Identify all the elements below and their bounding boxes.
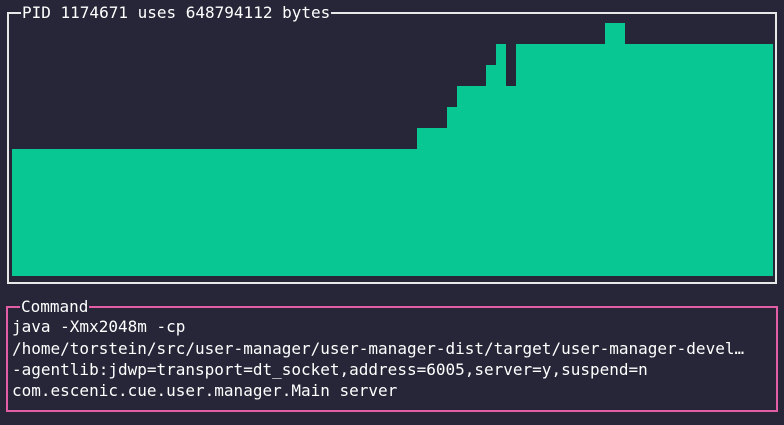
memory-bar [200, 149, 210, 276]
memory-bar [496, 44, 506, 276]
memory-bar [556, 44, 565, 276]
memory-bar [407, 149, 417, 276]
memory-bar [753, 44, 763, 276]
memory-bar [229, 149, 239, 276]
memory-bar [52, 149, 61, 276]
memory-bar [388, 149, 397, 276]
memory-bar [259, 149, 269, 276]
memory-bar [368, 149, 378, 276]
memory-bar [536, 44, 546, 276]
memory-bar [12, 149, 22, 276]
memory-bar [417, 128, 427, 276]
memory-bar [664, 44, 674, 276]
memory-bar [635, 44, 645, 276]
memory-bar [724, 44, 733, 276]
memory-bar [71, 149, 81, 276]
memory-bar [279, 149, 289, 276]
memory-bar [140, 149, 150, 276]
command-line-1: java -Xmx2048m -cp [12, 317, 186, 336]
memory-bar [506, 86, 516, 276]
memory-bar [645, 44, 654, 276]
memory-bar [694, 44, 704, 276]
command-line-3: -agentlib:jdwp=transport=dt_socket,addre… [12, 360, 648, 379]
memory-bar [477, 86, 486, 276]
memory-bar [348, 149, 358, 276]
memory-bar [427, 128, 437, 276]
memory-bar [210, 149, 220, 276]
memory-bar [486, 65, 496, 276]
memory-bar [160, 149, 170, 276]
memory-bar [32, 149, 42, 276]
memory-bar [397, 149, 407, 276]
memory-bar [585, 44, 595, 276]
memory-usage-chart [12, 23, 773, 276]
command-line-2: /home/torstein/src/user-manager/user-man… [12, 339, 745, 358]
memory-bar [378, 149, 388, 276]
memory-bar [358, 149, 368, 276]
memory-bar [467, 86, 477, 276]
memory-bar [684, 44, 694, 276]
memory-bar [565, 44, 575, 276]
memory-bar [437, 128, 447, 276]
memory-bar [526, 44, 536, 276]
memory-bar [150, 149, 160, 276]
memory-bar [121, 149, 131, 276]
memory-bar [308, 149, 318, 276]
memory-bar [575, 44, 585, 276]
memory-bar [249, 149, 259, 276]
memory-bar [704, 44, 714, 276]
memory-bar [180, 149, 190, 276]
memory-bar [299, 149, 308, 276]
memory-bar [170, 149, 180, 276]
memory-bar [81, 149, 91, 276]
memory-bar [61, 149, 71, 276]
memory-bar [743, 44, 753, 276]
memory-bar [91, 149, 101, 276]
memory-bar [220, 149, 229, 276]
memory-bar [546, 44, 556, 276]
command-line-4: com.escenic.cue.user.manager.Main server [12, 381, 398, 400]
memory-bar [595, 44, 605, 276]
memory-bar [190, 149, 200, 276]
memory-bar [674, 44, 684, 276]
memory-graph-panel: PID 1174671 uses 648794112 bytes [7, 3, 777, 284]
memory-bar [318, 149, 328, 276]
memory-bar [101, 149, 111, 276]
memory-bar [338, 149, 348, 276]
memory-panel-title: PID 1174671 uses 648794112 bytes [21, 3, 332, 23]
memory-bar [328, 149, 338, 276]
memory-bar [516, 44, 526, 276]
memory-bar [733, 44, 743, 276]
memory-bar [131, 149, 140, 276]
memory-bar [269, 149, 279, 276]
memory-bar [111, 149, 121, 276]
memory-bar [457, 86, 467, 276]
command-panel: Command java -Xmx2048m -cp /home/torstei… [6, 297, 778, 412]
memory-bar [22, 149, 32, 276]
memory-bar [605, 23, 615, 276]
memory-bar [239, 149, 249, 276]
memory-bar [763, 44, 773, 276]
memory-bar [42, 149, 52, 276]
memory-bar [615, 23, 625, 276]
memory-bar [714, 44, 724, 276]
memory-bar [625, 44, 635, 276]
memory-bar [654, 44, 664, 276]
memory-bar [289, 149, 299, 276]
command-panel-title: Command [20, 297, 90, 317]
memory-bar [447, 107, 457, 276]
